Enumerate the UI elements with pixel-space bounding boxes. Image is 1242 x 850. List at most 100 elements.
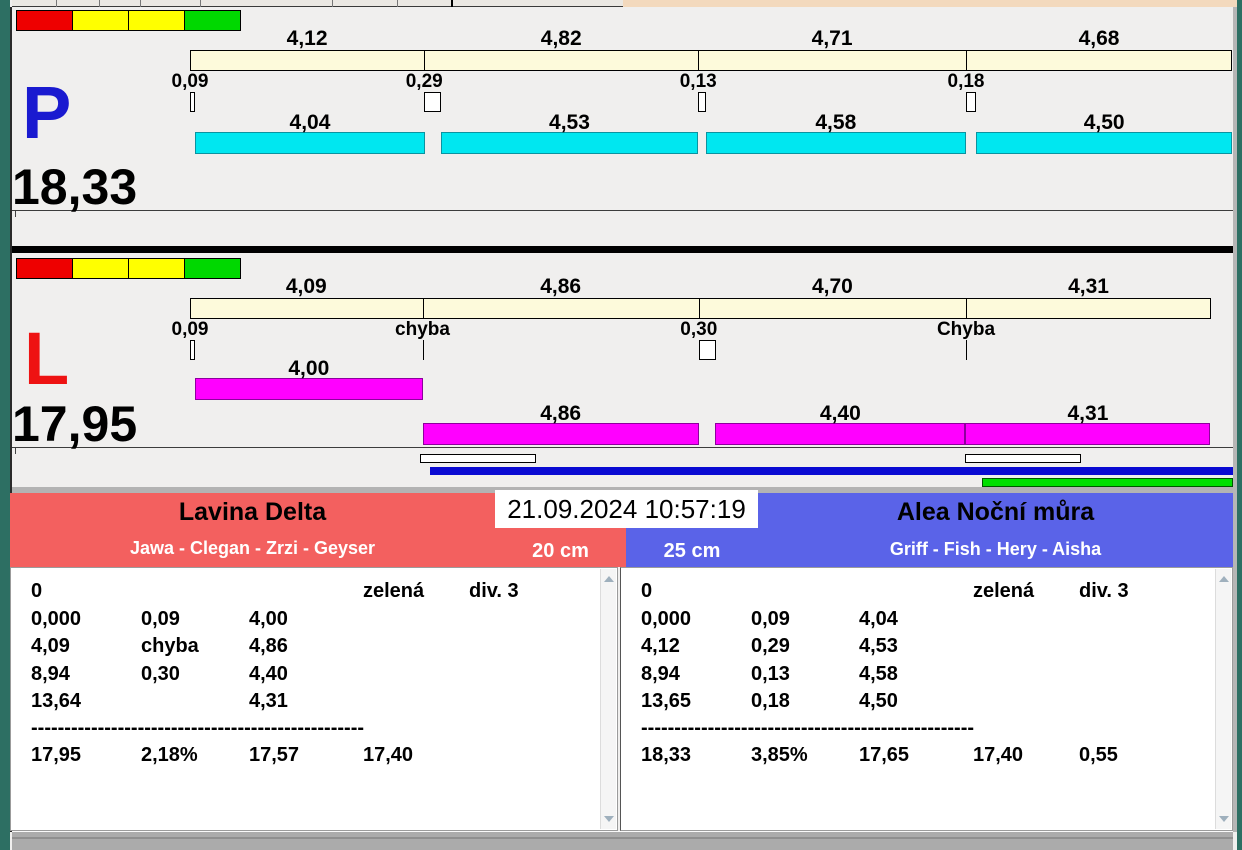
background-window-area <box>623 0 1237 7</box>
change-time-label: 0,09 <box>171 319 209 340</box>
status-light <box>72 258 129 279</box>
background-window-tabs <box>12 0 623 7</box>
table-cell: 4,50 <box>859 690 898 712</box>
team-right-dogs: Griff - Fish - Hery - Aisha <box>889 539 1102 559</box>
split-separator <box>698 298 700 319</box>
split-time-label: 4,71 <box>811 27 853 50</box>
run-bar <box>715 423 966 445</box>
split-time-label: 4,12 <box>286 27 328 50</box>
datetime-display: 21.09.2024 10:57:19 <box>495 490 758 528</box>
table-cell: 0,18 <box>751 690 790 712</box>
run-bar <box>440 132 699 154</box>
split-separator <box>422 298 424 319</box>
tab-separator <box>332 0 333 7</box>
window-status-bar <box>12 831 1233 850</box>
table-cell: 0 <box>641 580 653 602</box>
split-time-label: 4,31 <box>1068 275 1109 298</box>
blue-progress-bar <box>430 467 1233 475</box>
scroll-up-icon[interactable] <box>604 576 614 582</box>
split-bar <box>190 298 1212 319</box>
table-cell: 0,13 <box>751 662 790 685</box>
table-cell: 4,09 <box>31 635 70 657</box>
dashes-row: ----------------------------------------… <box>31 717 365 739</box>
lane-total-time: 17,95 <box>12 396 138 452</box>
change-box <box>966 92 977 112</box>
table-cell: 8,94 <box>641 662 680 685</box>
run-time-label: 4,00 <box>288 357 330 380</box>
table-cell: 13,65 <box>641 690 692 712</box>
summary-cell: 17,40 <box>363 744 414 766</box>
summary-cell: 17,40 <box>973 744 1024 766</box>
run-time-label: 4,86 <box>540 402 582 425</box>
table-cell: 0,29 <box>751 635 790 657</box>
dashes-row: ----------------------------------------… <box>641 717 975 739</box>
lane-letter: P <box>22 71 72 154</box>
status-light <box>128 10 185 31</box>
lane-total-time: 18,33 <box>12 159 138 215</box>
change-time-label: 0,30 <box>680 319 718 340</box>
run-bar <box>705 132 966 154</box>
split-separator <box>966 298 967 319</box>
split-time-label: 4,70 <box>811 275 853 298</box>
table-cell: 0,09 <box>751 607 790 630</box>
change-time-label: 0,29 <box>405 71 443 92</box>
scrollbar[interactable] <box>1215 569 1231 829</box>
change-box <box>698 92 706 112</box>
run-bar <box>195 132 425 154</box>
change-box <box>190 340 196 360</box>
table-cell: 0 <box>31 580 43 602</box>
change-time-label: chyba <box>395 319 450 340</box>
outline-progress-bar <box>965 454 1081 463</box>
run-bar <box>976 132 1233 154</box>
tab-separator <box>200 0 201 7</box>
run-time-label: 4,31 <box>1067 402 1109 425</box>
run-bar <box>965 423 1211 445</box>
table-cell: 0,09 <box>141 607 180 630</box>
status-light <box>184 258 241 279</box>
table-cell: 8,94 <box>31 662 70 685</box>
table-cell: 0,000 <box>641 607 692 630</box>
table-cell: 4,31 <box>249 690 288 712</box>
fault-tick <box>422 340 424 360</box>
table-cell: 4,58 <box>859 662 898 685</box>
scrollbar[interactable] <box>600 569 616 829</box>
status-light <box>16 10 73 31</box>
team-right-name: Alea Noční můra <box>896 498 1095 526</box>
split-time-label: 4,86 <box>540 275 582 298</box>
tab-separator <box>140 0 141 7</box>
run-bar <box>422 423 699 445</box>
table-cell: div. 3 <box>469 580 519 602</box>
summary-cell: 18,33 <box>641 744 692 766</box>
table-cell: div. 3 <box>1079 580 1129 602</box>
lane-separator-bar <box>12 246 1233 253</box>
status-light <box>184 10 241 31</box>
change-time-label: 0,13 <box>679 71 717 92</box>
run-time-label: 4,04 <box>289 111 331 134</box>
fault-tick <box>966 340 967 360</box>
tab-separator <box>56 0 57 7</box>
split-bar <box>190 50 1233 71</box>
run-bar <box>195 378 423 400</box>
change-time-label: 0,09 <box>171 71 209 92</box>
team-right-results-panel: 0 zelená div. 3 0,000 0,09 4,04 4,12 0,29 4,53 8,… <box>620 567 1233 831</box>
window-border-left <box>0 0 10 850</box>
table-cell: 4,53 <box>859 635 898 657</box>
status-light <box>16 258 73 279</box>
split-separator <box>424 50 426 71</box>
run-time-label: 4,50 <box>1083 111 1125 134</box>
status-light <box>128 258 185 279</box>
scroll-down-icon[interactable] <box>1219 816 1229 822</box>
lane-letter: L <box>24 317 70 400</box>
split-separator <box>966 50 967 71</box>
table-cell: 0,000 <box>31 607 82 630</box>
run-time-label: 4,40 <box>819 402 861 425</box>
team-right-height-class: 25 cm <box>663 540 721 562</box>
summary-cell: 17,57 <box>249 744 300 766</box>
run-time-label: 4,58 <box>815 111 857 134</box>
scroll-down-icon[interactable] <box>604 816 614 822</box>
green-progress-bar <box>982 478 1233 487</box>
lane-l-bottom-line <box>12 447 1233 448</box>
status-bar-groove <box>12 837 1233 839</box>
run-time-label: 4,53 <box>549 111 590 134</box>
scroll-up-icon[interactable] <box>1219 576 1229 582</box>
